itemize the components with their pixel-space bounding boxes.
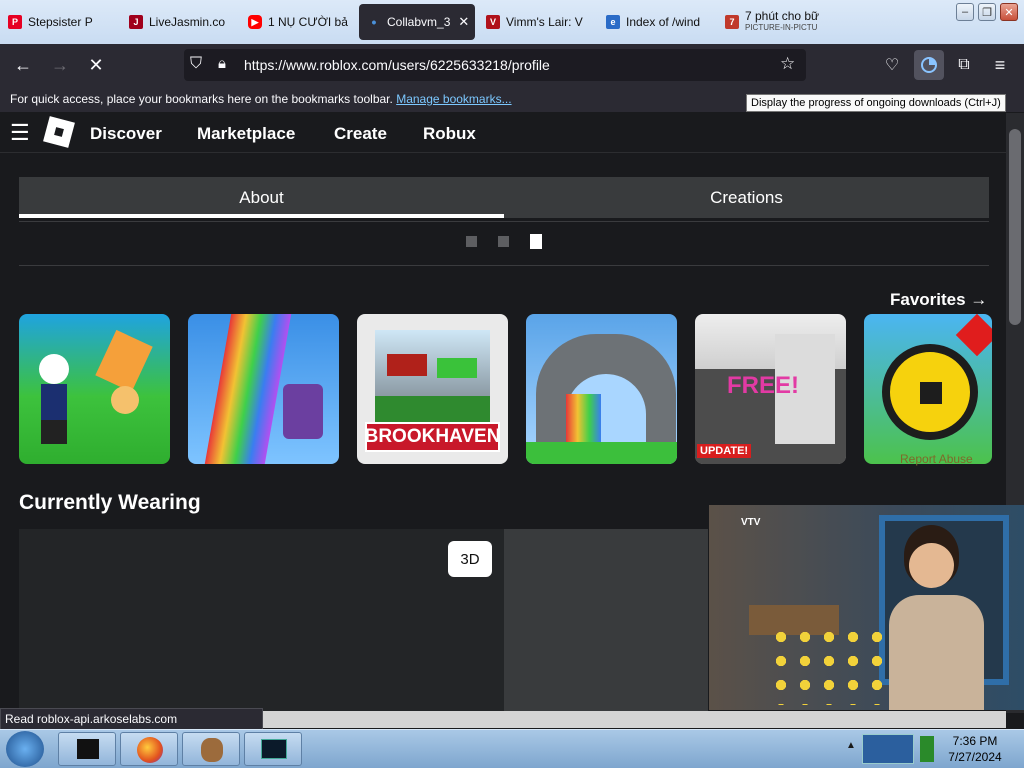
avatar-viewer bbox=[19, 529, 504, 719]
tray-expand-icon[interactable]: ▲ bbox=[846, 740, 856, 751]
shield-icon[interactable]: ⛉ bbox=[190, 55, 202, 73]
horizontal-scrollbar[interactable] bbox=[263, 711, 1006, 728]
download-progress-icon bbox=[921, 57, 937, 73]
brookhaven-label: BROOKHAVEN bbox=[365, 422, 500, 452]
downloads-tooltip: Display the progress of ongoing download… bbox=[746, 94, 1006, 112]
vtv-icon: 7 bbox=[725, 15, 739, 29]
favorites-link[interactable]: Favorites → bbox=[890, 290, 987, 310]
tab-1[interactable]: P Stepsister P bbox=[8, 4, 104, 40]
taskbar-app-terminal[interactable] bbox=[58, 732, 116, 766]
youtube-icon: ▶ bbox=[248, 15, 262, 29]
downloads-button[interactable] bbox=[914, 50, 944, 80]
lock-icon[interactable]: 🔒︎ bbox=[218, 55, 226, 72]
extensions-icon[interactable]: ⧉ bbox=[952, 53, 976, 77]
vimm-icon: V bbox=[486, 15, 500, 29]
tray-network-icon[interactable] bbox=[862, 734, 914, 764]
divider bbox=[19, 265, 989, 266]
firefox-icon bbox=[137, 737, 163, 763]
tab-title: 1 NỤ CƯỜI bả bbox=[268, 15, 348, 29]
carousel-dot-3-active[interactable] bbox=[530, 234, 542, 249]
back-arrow-icon[interactable]: ← bbox=[11, 53, 35, 77]
tab-creations[interactable]: Creations bbox=[504, 177, 989, 218]
game-card-rainbow-stairs[interactable] bbox=[188, 314, 339, 464]
taskbar-app-monitor[interactable] bbox=[244, 732, 302, 766]
tab-title: Index of /wind bbox=[626, 15, 701, 29]
menu-hamburger-icon[interactable]: ≡ bbox=[988, 53, 1012, 77]
roblox-top-nav: ☰ Discover Marketplace Create Robux bbox=[0, 113, 1006, 153]
channel-logo-icon: VTV bbox=[741, 517, 761, 528]
carousel-dot-2[interactable] bbox=[498, 236, 509, 247]
dot-icon: • bbox=[371, 14, 377, 30]
manage-bookmarks-link[interactable]: Manage bookmarks... bbox=[396, 92, 511, 106]
tab-6[interactable]: e Index of /wind bbox=[606, 4, 706, 40]
clock-date: 7/27/2024 bbox=[948, 750, 1002, 764]
game-card-stone-arch[interactable] bbox=[526, 314, 677, 464]
tab-title: Vimm's Lair: V bbox=[506, 15, 583, 29]
tab-title: Collabvm_3 bbox=[387, 15, 451, 29]
report-abuse-link[interactable]: Report Abuse bbox=[900, 452, 973, 466]
taskbar-clock[interactable]: 7:36 PM 7/27/2024 bbox=[940, 733, 1010, 765]
profile-tabs: About Creations bbox=[19, 177, 989, 218]
close-window-button[interactable]: ✕ bbox=[1000, 3, 1018, 21]
currently-wearing-heading: Currently Wearing bbox=[19, 491, 201, 514]
update-badge: UPDATE! bbox=[697, 444, 752, 458]
toggle-3d-button[interactable]: 3D bbox=[448, 541, 492, 577]
game-card-free-update[interactable]: FREE! UPDATE! bbox=[695, 314, 846, 464]
hamburger-menu-icon[interactable]: ☰ bbox=[10, 120, 30, 146]
nav-discover[interactable]: Discover bbox=[90, 124, 162, 144]
address-bar[interactable]: ⛉ 🔒︎ https://www.roblox.com/users/622563… bbox=[184, 49, 806, 81]
game-card-noob-characters[interactable] bbox=[19, 314, 170, 464]
game-card-robux-coin[interactable] bbox=[864, 314, 992, 464]
pinterest-icon: P bbox=[8, 15, 22, 29]
picture-in-picture-video[interactable]: VTV bbox=[709, 505, 1024, 710]
nav-create[interactable]: Create bbox=[334, 124, 387, 144]
nav-marketplace[interactable]: Marketplace bbox=[197, 124, 295, 144]
stop-loading-icon[interactable]: ✕ bbox=[84, 53, 108, 77]
minimize-button[interactable]: – bbox=[956, 3, 974, 21]
tab-about[interactable]: About bbox=[19, 177, 504, 218]
taskbar-app-character[interactable] bbox=[182, 732, 240, 766]
star-bookmark-icon[interactable]: ☆ bbox=[780, 54, 795, 74]
carousel-dot-1[interactable] bbox=[466, 236, 477, 247]
tab-7[interactable]: 7 7 phút cho bữ PICTURE-IN-PICTU bbox=[725, 4, 825, 40]
status-bar: Read roblox-api.arkoselabs.com bbox=[0, 708, 263, 730]
start-button[interactable] bbox=[6, 731, 44, 767]
active-tab-underline bbox=[19, 214, 504, 218]
game-card-brookhaven[interactable]: BROOKHAVEN bbox=[357, 314, 508, 464]
free-label: FREE! bbox=[727, 372, 799, 399]
taskbar-app-firefox[interactable] bbox=[120, 732, 178, 766]
tab-subtitle: PICTURE-IN-PICTU bbox=[745, 23, 818, 32]
livejasmin-icon: J bbox=[129, 15, 143, 29]
wearing-items-panel bbox=[504, 529, 708, 719]
tab-title: LiveJasmin.co bbox=[149, 15, 226, 29]
tab-title: 7 phút cho bữ bbox=[745, 9, 820, 23]
browser-nav-bar: ← → ✕ ⛉ 🔒︎ https://www.roblox.com/users/… bbox=[0, 44, 1024, 86]
tray-volume-icon[interactable] bbox=[920, 736, 934, 762]
nav-robux[interactable]: Robux bbox=[423, 124, 476, 144]
close-tab-icon[interactable]: ✕ bbox=[458, 14, 469, 30]
tab-3[interactable]: ▶ 1 NỤ CƯỜI bả bbox=[248, 4, 348, 40]
url-text[interactable]: https://www.roblox.com/users/6225633218/… bbox=[244, 57, 550, 73]
roblox-logo-icon[interactable] bbox=[43, 116, 75, 148]
browser-tab-strip: P Stepsister P J LiveJasmin.co ▶ 1 NỤ CƯỜI … bbox=[0, 0, 1024, 44]
tab-5[interactable]: V Vimm's Lair: V bbox=[486, 4, 586, 40]
clock-time: 7:36 PM bbox=[952, 734, 998, 748]
tab-4-active[interactable]: • Collabvm_3 ✕ bbox=[359, 4, 475, 40]
tab-2[interactable]: J LiveJasmin.co bbox=[129, 4, 229, 40]
bookmarks-hint: For quick access, place your bookmarks h… bbox=[10, 92, 393, 106]
ie-doc-icon: e bbox=[606, 15, 620, 29]
tab-title: Stepsister P bbox=[28, 15, 93, 29]
pocket-icon[interactable]: ♡ bbox=[880, 53, 904, 77]
maximize-button[interactable]: ❐ bbox=[978, 3, 996, 21]
scrollbar-thumb[interactable] bbox=[1009, 129, 1021, 325]
divider bbox=[19, 221, 989, 222]
forward-arrow-icon[interactable]: → bbox=[48, 53, 72, 77]
windows-taskbar: ▲ 7:36 PM 7/27/2024 bbox=[0, 729, 1024, 768]
